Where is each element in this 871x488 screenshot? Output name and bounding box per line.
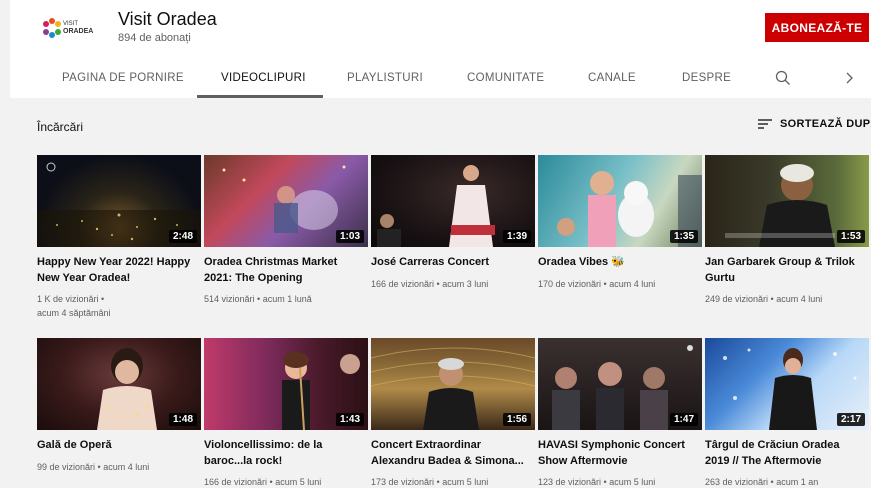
video-thumbnail[interactable]: 1:53	[705, 155, 869, 247]
video-duration: 2:48	[168, 230, 197, 243]
video-age: acum 5 luni	[275, 477, 322, 487]
video-views: 249 de vizionări • acum 4 luni	[705, 292, 869, 306]
video-title[interactable]: Violoncellissimo: de la baroc...la rock!	[204, 438, 368, 469]
video-title[interactable]: Oradea Vibes 🐝	[538, 255, 702, 271]
video-age: acum 4 luni	[103, 461, 150, 472]
video-thumbnail[interactable]: 2:17	[705, 338, 869, 430]
video-duration: 1:48	[168, 413, 197, 426]
chevron-right-icon[interactable]	[844, 70, 856, 91]
video-views: 1 K de vizionări •	[37, 294, 105, 304]
tab-home[interactable]: PAGINA DE PORNIRE	[62, 72, 184, 84]
active-tab-indicator	[197, 95, 323, 98]
video-duration: 1:53	[836, 230, 865, 243]
video-duration: 1:03	[335, 230, 364, 243]
video-duration: 2:17	[836, 413, 865, 426]
video-thumbnail[interactable]: 1:39	[371, 155, 535, 247]
subscribe-button[interactable]: ABONEAZĂ-TE	[765, 13, 869, 42]
video-title[interactable]: Jan Garbarek Group & Trilok Gurtu	[705, 255, 869, 286]
video-card[interactable]: 1:53 Jan Garbarek Group & Trilok Gurtu 2…	[705, 155, 869, 306]
video-thumbnail[interactable]: 1:35	[538, 155, 702, 247]
subscriber-count: 894 de abonați	[118, 32, 191, 44]
video-thumbnail[interactable]: 1:43	[204, 338, 368, 430]
video-age: acum 4 luni	[776, 294, 823, 304]
video-thumbnail[interactable]: 1:47	[538, 338, 702, 430]
video-views-text: 514 vizionări •	[204, 294, 261, 304]
video-title[interactable]: HAVASI Symphonic Concert Show Aftermovie	[538, 438, 702, 469]
search-icon[interactable]	[775, 70, 791, 91]
video-card[interactable]: 1:35 Oradea Vibes 🐝 170 de vizionări • a…	[538, 155, 702, 291]
video-views: 170 de vizionări • acum 4 luni	[538, 277, 702, 291]
uploads-heading: Încărcări	[37, 120, 84, 134]
sort-button[interactable]: SORTEAZĂ DUPĂ	[758, 118, 871, 130]
video-views: 123 de vizionări • acum 5 luni	[538, 475, 702, 488]
video-duration: 1:35	[669, 230, 698, 243]
video-views-text: 166 de vizionări •	[371, 278, 440, 289]
video-thumbnail[interactable]: 1:56	[371, 338, 535, 430]
video-title[interactable]: Oradea Christmas Market 2021: The Openin…	[204, 255, 368, 286]
video-card[interactable]: 2:48 Happy New Year 2022! Happy New Year…	[37, 155, 201, 320]
video-card[interactable]: 1:39 José Carreras Concert 166 de vizion…	[371, 155, 535, 291]
sort-icon	[758, 119, 772, 129]
tab-community[interactable]: COMUNITATE	[467, 72, 544, 84]
video-views-text: 173 de vizionări •	[371, 477, 440, 487]
video-views: 166 de vizionări • acum 5 luni	[204, 475, 368, 488]
video-age: acum 3 luni	[442, 278, 489, 289]
tab-playlists[interactable]: PLAYLISTURI	[347, 72, 423, 84]
tab-channels[interactable]: CANALE	[588, 72, 636, 84]
channel-header: VISIT ORADEA Visit Oradea 894 de abonați…	[10, 0, 871, 98]
video-age: acum 4 luni	[609, 278, 656, 289]
video-views: 514 vizionări • acum 1 lună	[204, 292, 368, 306]
video-views: 263 de vizionări • acum 1 an	[705, 475, 869, 488]
video-views: 99 de vizionări • acum 4 luni	[37, 460, 201, 474]
logo-text-top: VISIT	[63, 21, 78, 27]
video-views-text: 263 de vizionări •	[705, 477, 774, 487]
video-views-text: 166 de vizionări •	[204, 477, 273, 487]
video-duration: 1:43	[335, 413, 364, 426]
tab-about[interactable]: DESPRE	[682, 72, 731, 84]
video-card[interactable]: 1:43 Violoncellissimo: de la baroc...la …	[204, 338, 368, 488]
video-duration: 1:39	[502, 230, 531, 243]
video-age: acum 1 an	[776, 477, 819, 487]
video-duration: 1:56	[502, 413, 531, 426]
video-thumbnail[interactable]: 2:48	[37, 155, 201, 247]
video-title[interactable]: Happy New Year 2022! Happy New Year Orad…	[37, 255, 201, 286]
video-card[interactable]: 1:56 Concert Extraordinar Alexandru Bade…	[371, 338, 535, 488]
channel-name: Visit Oradea	[118, 9, 217, 29]
video-card[interactable]: 1:03 Oradea Christmas Market 2021: The O…	[204, 155, 368, 306]
video-age: acum 1 lună	[262, 294, 312, 304]
video-card[interactable]: 1:48 Gală de Operă 99 de vizionări • acu…	[37, 338, 201, 474]
logo-text-bottom: ORADEA	[63, 28, 93, 35]
video-age: acum 5 luni	[609, 477, 656, 487]
channel-logo[interactable]: VISIT ORADEA	[38, 4, 102, 56]
tab-videos[interactable]: VIDEOCLIPURI	[221, 72, 306, 84]
video-thumbnail[interactable]: 1:48	[37, 338, 201, 430]
video-duration: 1:47	[669, 413, 698, 426]
video-title[interactable]: Târgul de Crăciun Oradea 2019 // The Aft…	[705, 438, 869, 469]
video-title[interactable]: Concert Extraordinar Alexandru Badea & S…	[371, 438, 535, 469]
video-views-text: 99 de vizionări •	[37, 461, 101, 472]
video-views-text: 123 de vizionări •	[538, 477, 607, 487]
video-card[interactable]: 2:17 Târgul de Crăciun Oradea 2019 // Th…	[705, 338, 869, 488]
video-thumbnail[interactable]: 1:03	[204, 155, 368, 247]
video-age: acum 4 săptămâni	[37, 308, 111, 318]
video-title[interactable]: Gală de Operă	[37, 438, 201, 454]
video-age: acum 5 luni	[442, 477, 489, 487]
video-views-text: 249 de vizionări •	[705, 294, 774, 304]
channel-tabs: PAGINA DE PORNIRE VIDEOCLIPURI PLAYLISTU…	[10, 62, 871, 98]
video-title[interactable]: José Carreras Concert	[371, 255, 535, 271]
video-views: 166 de vizionări • acum 3 luni	[371, 277, 535, 291]
video-views-text: 170 de vizionări •	[538, 278, 607, 289]
video-card[interactable]: 1:47 HAVASI Symphonic Concert Show After…	[538, 338, 702, 488]
video-views: 173 de vizionări • acum 5 luni	[371, 475, 535, 488]
sort-label: SORTEAZĂ DUPĂ	[780, 118, 871, 130]
